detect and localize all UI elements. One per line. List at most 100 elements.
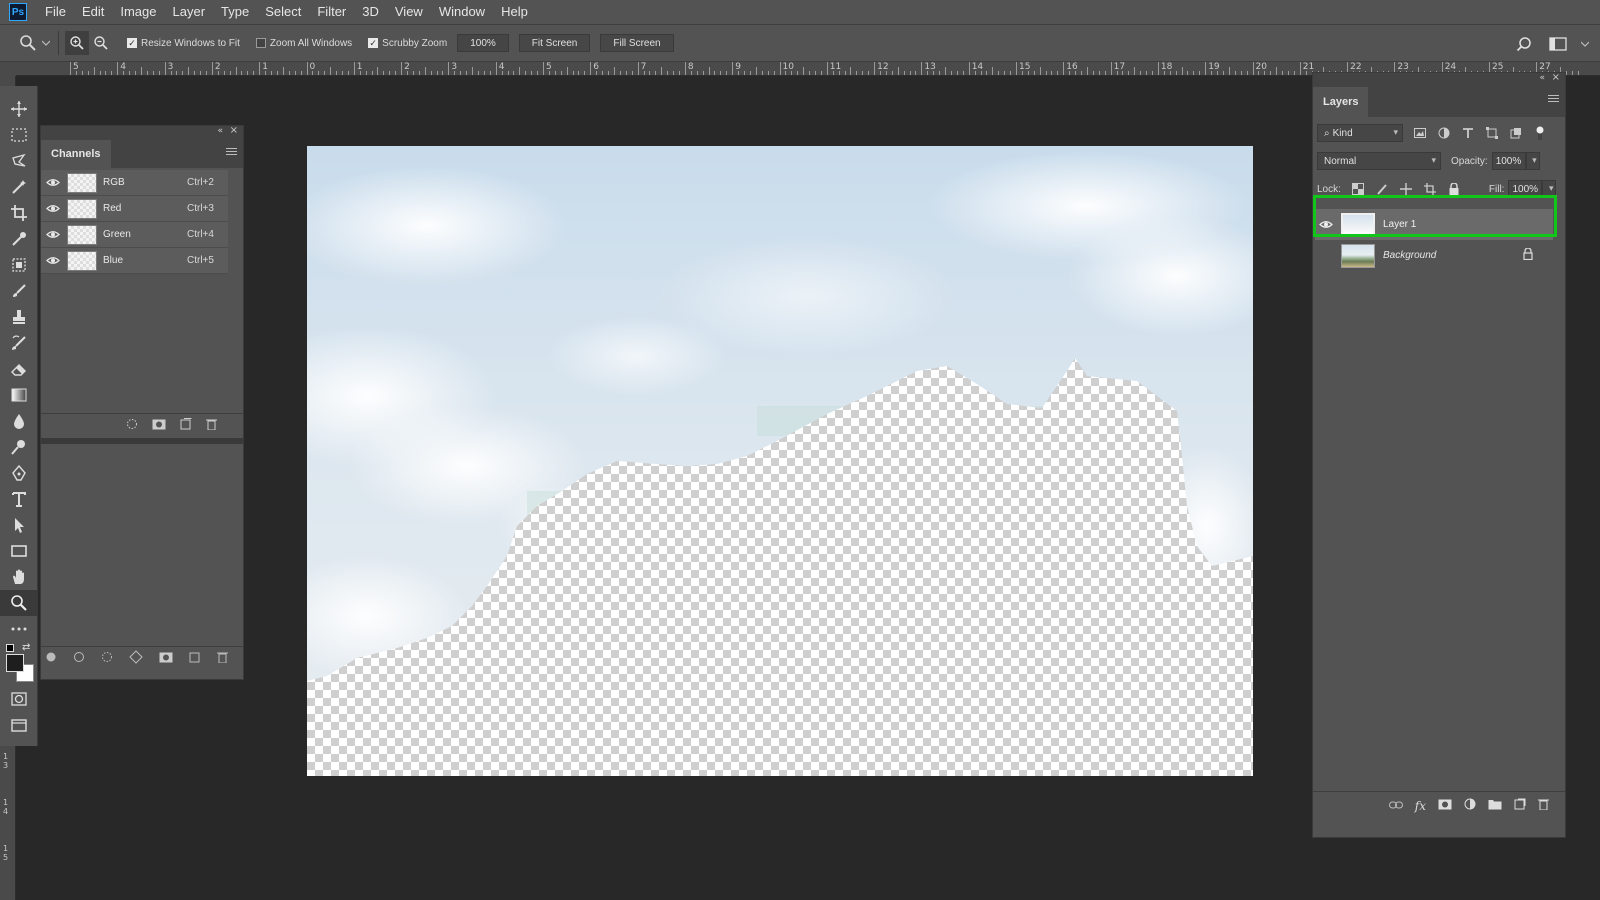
eraser-icon[interactable] [0,356,38,382]
search-icon[interactable] [1512,32,1536,56]
more-tools-icon[interactable] [0,616,38,642]
type-filter-icon[interactable] [1459,124,1477,142]
stroke-path-icon[interactable] [73,651,85,666]
layer-row-layer-1[interactable]: Layer 1 [1315,209,1553,240]
zoom-tool-preset-icon[interactable] [16,31,40,55]
frame-tool-icon[interactable] [0,252,38,278]
dodge-icon[interactable] [0,434,38,460]
channel-row-blue[interactable]: Blue Ctrl+5 [41,248,228,274]
eye-icon[interactable] [41,256,65,265]
menu-view[interactable]: View [387,0,431,24]
quick-mask-icon[interactable] [0,686,38,712]
fit-screen-button[interactable]: Fit Screen [518,34,591,52]
filter-kind-select[interactable]: ⌕ Kind ▾ [1317,124,1403,142]
panel-divider[interactable] [41,438,243,444]
trash-icon[interactable] [206,418,217,433]
close-icon[interactable]: × [230,125,238,136]
rectangular-marquee-icon[interactable] [0,122,38,148]
brush-icon[interactable] [0,278,38,304]
menu-select[interactable]: Select [257,0,309,24]
pen-icon[interactable] [0,460,38,486]
crop-icon[interactable] [0,200,38,226]
swap-colors-icon[interactable]: ⇄ [22,642,30,653]
fill-dropdown[interactable]: ▾ [1542,180,1557,198]
zoom-all-windows-checkbox[interactable]: Zoom All Windows [255,38,352,49]
panel-menu-icon[interactable] [226,148,237,157]
lock-pixels-icon[interactable] [1373,180,1391,198]
resize-windows-checkbox[interactable]: ✓ Resize Windows to Fit [127,38,240,49]
menu-help[interactable]: Help [493,0,536,24]
menu-layer[interactable]: Layer [165,0,214,24]
magic-wand-icon[interactable] [0,174,38,200]
pixel-filter-icon[interactable] [1411,124,1429,142]
path-to-selection-icon[interactable] [101,651,113,666]
close-icon[interactable]: × [1552,72,1560,83]
fill-field[interactable]: 100% [1508,180,1543,198]
gradient-icon[interactable] [0,382,38,408]
clone-stamp-icon[interactable] [0,304,38,330]
layer-row-background[interactable]: Background [1315,240,1553,271]
fx-icon[interactable]: fx [1415,799,1426,813]
load-selection-icon[interactable] [126,418,138,433]
history-brush-icon[interactable] [0,330,38,356]
shape-filter-icon[interactable] [1483,124,1501,142]
adjustment-filter-icon[interactable] [1435,124,1453,142]
zoom-percent-field[interactable]: 100% [457,34,509,52]
zoom-out-icon[interactable] [89,31,113,55]
blur-drop-icon[interactable] [0,408,38,434]
screen-mode-icon[interactable] [0,712,38,738]
scrubby-zoom-checkbox[interactable]: ✓ Scrubby Zoom [368,38,447,49]
type-icon[interactable] [0,486,38,512]
eye-icon[interactable] [41,178,65,187]
channel-row-red[interactable]: Red Ctrl+3 [41,196,228,222]
eyedropper-icon[interactable] [0,226,38,252]
adjustment-layer-icon[interactable] [1464,798,1476,813]
menu-window[interactable]: Window [431,0,493,24]
menu-filter[interactable]: Filter [309,0,354,24]
smart-object-filter-icon[interactable] [1507,124,1525,142]
rectangle-shape-icon[interactable] [0,538,38,564]
menu-file[interactable]: File [37,0,74,24]
menu-image[interactable]: Image [112,0,164,24]
selection-to-path-icon[interactable] [129,650,143,667]
fill-path-icon[interactable] [45,651,57,666]
trash-icon[interactable] [217,651,228,666]
chevron-down-icon[interactable] [1580,32,1590,56]
workspace-icon[interactable] [1546,32,1570,56]
link-layers-icon[interactable] [1388,799,1403,812]
fill-screen-button[interactable]: Fill Screen [600,34,674,52]
folder-icon[interactable] [1488,799,1502,813]
tab-channels[interactable]: Channels [41,140,111,168]
move-tool-icon[interactable] [0,96,38,122]
channel-row-green[interactable]: Green Ctrl+4 [41,222,228,248]
channel-row-rgb[interactable]: RGB Ctrl+2 [41,170,228,196]
eye-icon[interactable] [41,204,65,213]
add-mask-icon[interactable] [159,652,173,666]
path-selection-icon[interactable] [0,512,38,538]
new-channel-icon[interactable] [180,418,192,433]
panel-menu-icon[interactable] [1548,95,1559,104]
lock-transparent-icon[interactable] [1349,180,1367,198]
foreground-color-swatch[interactable] [6,654,24,672]
collapse-icon[interactable]: « [217,126,223,136]
default-colors-icon[interactable] [6,644,14,652]
hand-icon[interactable] [0,564,38,590]
tab-layers[interactable]: Layers [1313,87,1369,117]
lock-artboard-icon[interactable] [1421,180,1439,198]
document-canvas[interactable] [307,146,1253,776]
zoom-icon[interactable] [0,590,38,616]
eye-icon[interactable] [1315,220,1337,229]
new-layer-icon[interactable] [1514,798,1526,813]
menu-edit[interactable]: Edit [74,0,112,24]
add-mask-icon[interactable] [1438,799,1452,813]
lock-all-icon[interactable] [1445,180,1463,198]
collapse-icon[interactable]: « [1539,73,1545,83]
opacity-dropdown[interactable]: ▾ [1525,152,1540,170]
visibility-toggle[interactable] [1315,250,1337,262]
chevron-down-icon[interactable] [40,31,52,55]
blend-mode-select[interactable]: Normal ▾ [1317,152,1441,170]
trash-icon[interactable] [1538,798,1549,813]
menu-type[interactable]: Type [213,0,257,24]
opacity-field[interactable]: 100% [1491,152,1526,170]
filter-toggle-icon[interactable] [1531,124,1549,142]
